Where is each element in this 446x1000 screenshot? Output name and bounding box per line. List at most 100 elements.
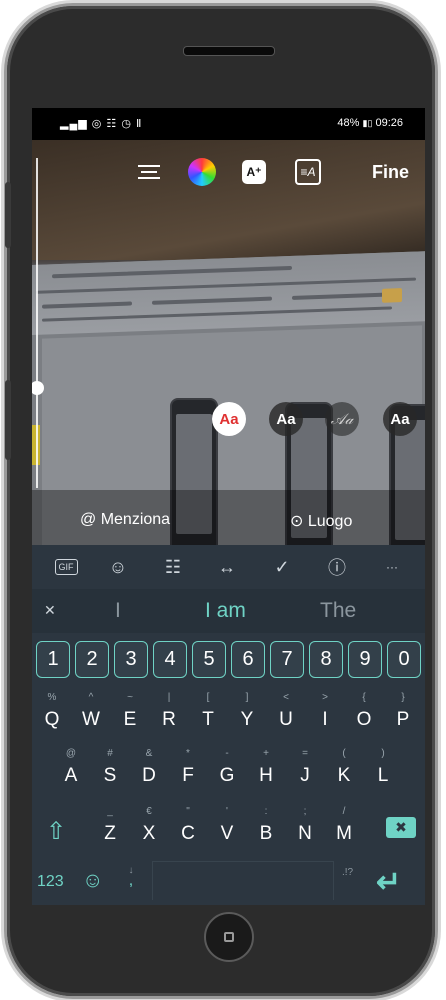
font-option-script[interactable]: 𝒜𝒶 <box>325 402 359 436</box>
key-4[interactable]: 4 <box>153 641 187 678</box>
key-7[interactable]: 7 <box>270 641 304 678</box>
key-row-1: % Q ^ W ~ E | R [T ] Y < U > I {O } P <box>32 689 425 737</box>
status-right: 48% ▮▯ 09:26 <box>337 117 403 129</box>
key-f[interactable]: * F <box>170 745 206 791</box>
mention-location-bar: @ Menziona ⊙ Luogo <box>32 490 425 545</box>
font-option-strong[interactable]: Aa <box>383 402 417 436</box>
gif-icon[interactable]: GIF <box>52 555 80 579</box>
key-l[interactable]: ) L <box>365 745 401 791</box>
key-m[interactable]: / M <box>326 803 362 849</box>
location-label: Luogo <box>307 513 353 530</box>
home-button[interactable] <box>204 912 254 962</box>
enter-icon[interactable]: ↵ <box>376 865 401 900</box>
key-e[interactable]: ~ E <box>112 689 148 735</box>
key-v[interactable]: ' V <box>209 803 245 849</box>
clipboard-icon[interactable]: ☷ <box>159 555 187 579</box>
key-t[interactable]: [T <box>190 689 226 735</box>
spellcheck-icon[interactable]: ✓ <box>268 555 296 579</box>
location-button[interactable]: ⊙ Luogo <box>290 511 352 531</box>
key-h[interactable]: + H <box>248 745 284 791</box>
backspace-key[interactable]: ✖ <box>380 803 422 849</box>
key-c[interactable]: " C <box>170 803 206 849</box>
text-effect-label: A⁺ <box>242 160 266 184</box>
key-b[interactable]: :B <box>248 803 284 849</box>
key-z[interactable]: _ Z <box>92 803 128 849</box>
screen: ▂▄▆ ◎ ☷ ◷ Ⅱ 48% ▮▯ 09:26 A⁺ ≡A Fine Aa A… <box>32 108 425 905</box>
key-9[interactable]: 9 <box>348 641 382 678</box>
key-k[interactable]: (K <box>326 745 362 791</box>
numbers-key[interactable]: 123 <box>37 873 64 891</box>
keyboard-toolbar: GIF ☺ ☷ ↔ ✓ ⓘ ··· <box>32 545 425 589</box>
info-icon[interactable]: ⓘ <box>323 555 351 579</box>
key-8[interactable]: 8 <box>309 641 343 678</box>
done-button[interactable]: Fine <box>372 158 409 186</box>
key-j[interactable]: = J <box>287 745 323 791</box>
key-row-3: ⇧ _ Z € X " C ' V :B ; N / M ✖ <box>32 803 425 851</box>
key-5[interactable]: 5 <box>192 641 226 678</box>
text-effect-icon[interactable]: A⁺ <box>240 158 268 186</box>
battery-percent: 48% <box>337 117 360 129</box>
home-square-icon <box>224 932 234 942</box>
microphone-icon[interactable]: ↓ , <box>124 865 138 901</box>
align-icon[interactable] <box>135 158 163 186</box>
suggestion-bar: ✕ I I am The <box>32 589 425 633</box>
at-icon: @ <box>80 511 97 528</box>
number-row: 1 2 3 4 5 6 7 8 9 0 <box>35 641 423 681</box>
key-q[interactable]: % Q <box>34 689 70 735</box>
mention-button[interactable]: @ Menziona <box>80 511 170 529</box>
key-6[interactable]: 6 <box>231 641 265 678</box>
key-n[interactable]: ; N <box>287 803 323 849</box>
suggestion-3[interactable]: The <box>320 599 356 623</box>
animate-text-label: ≡A <box>295 159 321 185</box>
earpiece-speaker <box>183 46 275 56</box>
more-icon[interactable]: ··· <box>378 555 406 579</box>
emoji-icon[interactable]: ☺ <box>82 869 103 893</box>
key-d[interactable]: & D <box>131 745 167 791</box>
mention-label: Menziona <box>100 511 171 528</box>
status-bar: ▂▄▆ ◎ ☷ ◷ Ⅱ 48% ▮▯ 09:26 <box>32 108 425 140</box>
story-text-toolbar: A⁺ ≡A Fine <box>32 158 425 192</box>
key-0[interactable]: 0 <box>387 641 421 678</box>
font-style-picker: Aa Aa 𝒜𝒶 Aa <box>32 400 425 440</box>
suggestion-2[interactable]: I am <box>205 599 246 623</box>
key-o[interactable]: {O <box>346 689 382 735</box>
clock: 09:26 <box>375 117 403 129</box>
font-option-modern[interactable]: Aa <box>269 402 303 436</box>
gif-label: GIF <box>54 559 78 575</box>
key-w[interactable]: ^ W <box>73 689 109 735</box>
key-row-2: @ A # S & D * F -G + H = J (K ) L <box>32 745 425 793</box>
key-p[interactable]: } P <box>385 689 421 735</box>
animate-text-icon[interactable]: ≡A <box>294 158 322 186</box>
camera-photo-background <box>32 140 425 545</box>
location-pin-icon: ⊙ <box>290 513 304 530</box>
translate-icon[interactable]: ↔ <box>213 555 241 579</box>
keyboard-bottom-row: 123 ☺ ↓ , .!? ↵ <box>32 861 425 905</box>
keyboard: GIF ☺ ☷ ↔ ✓ ⓘ ··· ✕ I I am The 1 2 3 4 5… <box>32 545 425 905</box>
space-bar[interactable] <box>152 861 334 900</box>
status-icons: ▂▄▆ ◎ ☷ ◷ Ⅱ <box>60 118 143 130</box>
shift-icon: ⇧ <box>45 818 67 845</box>
sticker-icon[interactable]: ☺ <box>104 555 132 579</box>
key-g[interactable]: -G <box>209 745 245 791</box>
font-option-classic[interactable]: Aa <box>212 402 246 436</box>
key-s[interactable]: # S <box>92 745 128 791</box>
color-wheel-icon[interactable] <box>187 158 217 186</box>
key-a[interactable]: @ A <box>53 745 89 791</box>
battery-icon: ▮▯ <box>362 118 373 128</box>
punctuation-key[interactable]: .!? <box>342 867 353 878</box>
suggestion-1[interactable]: I <box>115 599 121 623</box>
key-2[interactable]: 2 <box>75 641 109 678</box>
key-y[interactable]: ] Y <box>229 689 265 735</box>
shift-key[interactable]: ⇧ <box>38 803 74 849</box>
power-button <box>5 380 11 460</box>
key-r[interactable]: | R <box>151 689 187 735</box>
key-u[interactable]: < U <box>268 689 304 735</box>
backspace-icon: ✖ <box>386 817 416 838</box>
key-x[interactable]: € X <box>131 803 167 849</box>
photo-ribbon <box>32 250 425 336</box>
comma-key: , <box>128 872 134 889</box>
key-3[interactable]: 3 <box>114 641 148 678</box>
key-i[interactable]: > I <box>307 689 343 735</box>
collapse-icon[interactable]: ✕ <box>44 602 56 619</box>
key-1[interactable]: 1 <box>36 641 70 678</box>
